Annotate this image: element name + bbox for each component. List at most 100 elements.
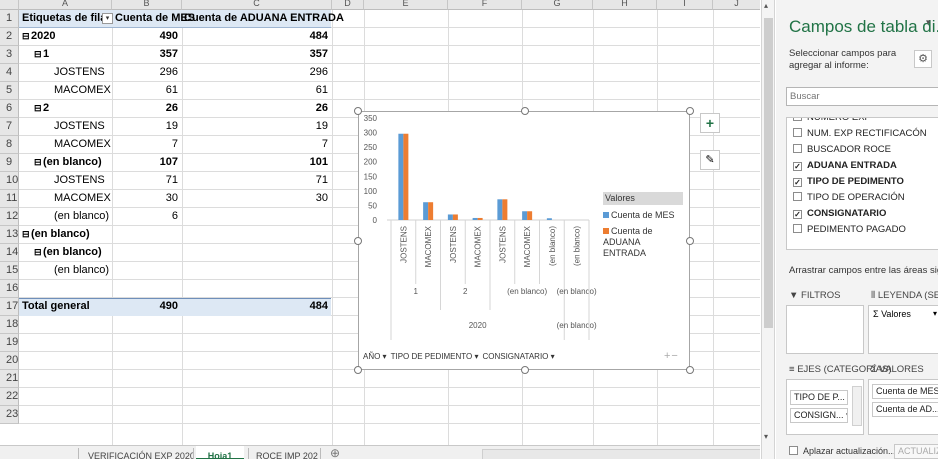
checkbox-icon[interactable] <box>793 224 802 233</box>
values-pill-count-mes[interactable]: Cuenta de MES ▾ <box>872 384 938 399</box>
defer-update-checkbox[interactable] <box>789 446 798 455</box>
collapse-icon[interactable]: ⊟ <box>34 244 42 261</box>
gear-icon[interactable]: ⚙ <box>914 50 932 68</box>
values-pill-count-aduana[interactable]: Cuenta de AD... ▾ <box>872 402 938 417</box>
row-header[interactable]: 14 <box>0 244 19 262</box>
chart-legend[interactable]: Valores Cuenta de MES Cuenta de ADUANA E… <box>603 192 683 282</box>
column-header[interactable]: F <box>448 0 522 10</box>
select-all-corner[interactable] <box>0 0 19 10</box>
values-drop-area[interactable]: Cuenta de MES ▾ Cuenta de AD... ▾ <box>868 379 938 435</box>
row-header[interactable]: 22 <box>0 388 19 406</box>
row-header[interactable]: 17 <box>0 298 19 316</box>
vertical-scroll-thumb[interactable] <box>764 18 773 328</box>
column-header[interactable]: E <box>364 0 448 10</box>
pane-options-chevron-icon[interactable]: ▾ <box>926 17 931 28</box>
field-list-item[interactable]: ✓ ADUANA ENTRADA <box>793 159 897 173</box>
row-header[interactable]: 16 <box>0 280 19 298</box>
checkbox-icon[interactable] <box>793 118 802 121</box>
row-header[interactable]: 15 <box>0 262 19 280</box>
field-list-item[interactable]: BUSCADOR ROCE <box>793 143 891 157</box>
row-header[interactable]: 12 <box>0 208 19 226</box>
resize-handle-tl[interactable] <box>354 107 362 115</box>
row-header[interactable]: 5 <box>0 82 19 100</box>
tab-verificacion-exp-2020[interactable]: VERIFICACIÓN EXP 2020 <box>88 446 194 459</box>
filters-drop-area[interactable] <box>786 305 864 354</box>
field-list-item[interactable]: NUMERO EXP <box>793 118 871 125</box>
collapse-icon[interactable]: ⊟ <box>22 226 30 243</box>
resize-handle-l[interactable] <box>354 237 362 245</box>
worksheet-grid[interactable]: ABCDEFGHIJK 1234567891011121314151617181… <box>0 0 760 459</box>
add-sheet-button[interactable]: ⊕ <box>330 446 350 459</box>
checked-checkbox-icon[interactable]: ✓ <box>793 210 802 219</box>
column-header[interactable]: C <box>182 0 332 10</box>
row-header[interactable]: 3 <box>0 46 19 64</box>
row-header[interactable]: 7 <box>0 118 19 136</box>
chart-elements-button[interactable]: + <box>700 113 720 133</box>
checkbox-icon[interactable] <box>793 192 802 201</box>
field-search-input[interactable] <box>786 87 938 106</box>
resize-handle-bl[interactable] <box>354 366 362 374</box>
row-header[interactable]: 1 <box>0 10 19 28</box>
column-header[interactable]: H <box>593 0 657 10</box>
checkbox-icon[interactable] <box>793 144 802 153</box>
column-header[interactable]: I <box>657 0 713 10</box>
tab-roce-imp-2020[interactable]: ROCE IMP 2020 <box>256 446 318 459</box>
chevron-down-icon[interactable]: ▾ <box>933 309 937 318</box>
field-list[interactable]: NUMERO EXP NUM. EXP RECTIFICACÓN BUSCADOR … <box>786 117 938 250</box>
chart-field-consignatario[interactable]: CONSIGNATARIO ▾ <box>482 351 554 363</box>
collapse-icon[interactable]: ⊟ <box>34 154 42 171</box>
row-header[interactable]: 18 <box>0 316 19 334</box>
collapse-icon[interactable]: ⊟ <box>22 28 30 45</box>
resize-handle-br[interactable] <box>686 366 694 374</box>
update-button[interactable]: ACTUALIZAR <box>894 444 938 459</box>
row-header[interactable]: 23 <box>0 406 19 424</box>
column-header[interactable]: G <box>522 0 593 10</box>
axes-area-scrollbar[interactable] <box>852 386 862 426</box>
pivot-chart[interactable]: 0 50 100 150 200 250 300 350 JOSTENS MACOMEX JOSTE… <box>354 107 694 374</box>
row-header[interactable]: 19 <box>0 334 19 352</box>
horizontal-scrollbar[interactable] <box>482 449 760 459</box>
column-header[interactable]: D <box>332 0 364 10</box>
resize-handle-r[interactable] <box>686 237 694 245</box>
axes-pill-consignatario[interactable]: CONSIGN... ▾ <box>790 408 848 423</box>
column-header[interactable]: B <box>112 0 182 10</box>
resize-handle-t[interactable] <box>521 107 529 115</box>
checked-checkbox-icon[interactable]: ✓ <box>793 178 802 187</box>
vertical-scrollbar[interactable]: ▴ ▾ <box>761 0 775 459</box>
row-header[interactable]: 6 <box>0 100 19 118</box>
chart-field-tipo-pedimento[interactable]: TIPO DE PEDIMENTO ▾ <box>391 351 479 363</box>
checked-checkbox-icon[interactable]: ✓ <box>793 162 802 171</box>
row-header[interactable]: 20 <box>0 352 19 370</box>
column-header[interactable]: A <box>19 0 112 10</box>
row-header[interactable]: 11 <box>0 190 19 208</box>
field-list-item[interactable]: PEDIMENTO PAGADO <box>793 223 906 237</box>
chart-field-ano[interactable]: AÑO ▾ <box>363 351 387 363</box>
row-header[interactable]: 8 <box>0 136 19 154</box>
row-labels-filter-button[interactable]: ▾ <box>102 13 113 24</box>
resize-handle-b[interactable] <box>521 366 529 374</box>
axes-pill-tipo-pedimento[interactable]: TIPO DE P... ▾ <box>790 390 848 405</box>
field-list-item[interactable]: ✓ CONSIGNATARIO <box>793 207 886 221</box>
field-list-item[interactable]: TIPO DE OPERACIÓN <box>793 191 905 205</box>
tab-hoja1[interactable]: Hoja1 <box>196 446 244 459</box>
resize-handle-tr[interactable] <box>686 107 694 115</box>
row-header[interactable]: 4 <box>0 64 19 82</box>
row-header[interactable]: 13 <box>0 226 19 244</box>
collapse-icon[interactable]: ⊟ <box>34 46 42 63</box>
legend-drop-area[interactable]: Σ Valores ▾ <box>868 305 938 354</box>
chart-styles-button[interactable]: ✎ <box>700 150 720 170</box>
row-header[interactable]: 9 <box>0 154 19 172</box>
field-list-item[interactable]: NUM. EXP RECTIFICACÓN <box>793 127 927 141</box>
scroll-up-arrow-icon[interactable]: ▴ <box>764 1 768 10</box>
column-header[interactable]: J <box>713 0 760 10</box>
scroll-down-arrow-icon[interactable]: ▾ <box>764 432 768 441</box>
row-header[interactable]: 21 <box>0 370 19 388</box>
field-list-item[interactable]: ✓ TIPO DE PEDIMENTO <box>793 175 904 189</box>
legend-item-valores[interactable]: Σ Valores <box>873 309 911 319</box>
row-header[interactable]: 2 <box>0 28 19 46</box>
defer-update-option[interactable]: Aplazar actualización... <box>789 446 896 456</box>
axes-drop-area[interactable]: TIPO DE P... ▾ CONSIGN... ▾ <box>786 379 864 435</box>
checkbox-icon[interactable] <box>793 128 802 137</box>
row-header[interactable]: 10 <box>0 172 19 190</box>
collapse-icon[interactable]: ⊟ <box>34 100 42 117</box>
